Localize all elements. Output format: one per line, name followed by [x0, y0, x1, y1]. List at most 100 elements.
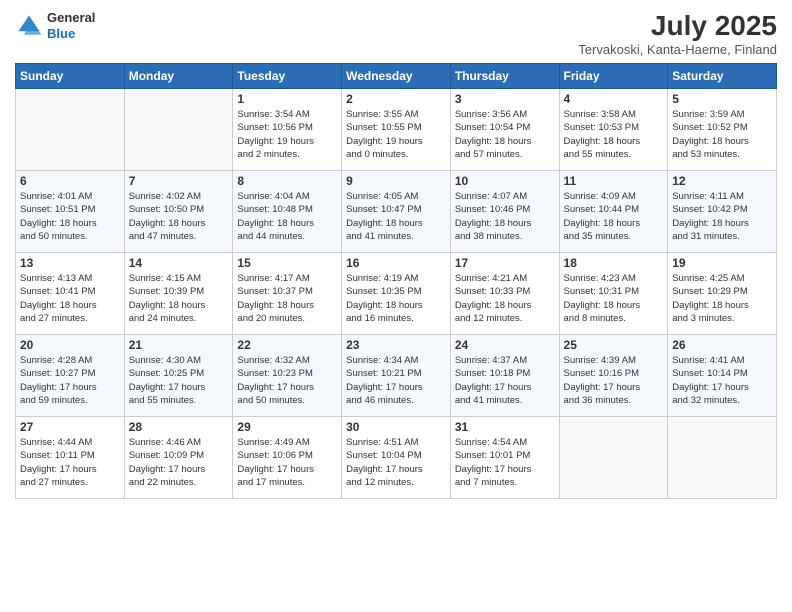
- calendar-cell: 19 Sunrise: 4:25 AM Sunset: 10:29 PM Dayl…: [668, 253, 777, 335]
- day-detail: Sunrise: 4:41 AM Sunset: 10:14 PM Daylig…: [672, 354, 772, 407]
- day-number: 15: [237, 256, 337, 270]
- calendar-page: General Blue July 2025 Tervakoski, Kanta…: [0, 0, 792, 612]
- calendar-week-5: 27 Sunrise: 4:44 AM Sunset: 10:11 PM Dayl…: [16, 417, 777, 499]
- weekday-header-saturday: Saturday: [668, 64, 777, 89]
- calendar-cell: 11 Sunrise: 4:09 AM Sunset: 10:44 PM Dayl…: [559, 171, 668, 253]
- calendar-cell: 3 Sunrise: 3:56 AM Sunset: 10:54 PM Dayli…: [450, 89, 559, 171]
- day-detail: Sunrise: 4:21 AM Sunset: 10:33 PM Daylig…: [455, 272, 555, 325]
- location: Tervakoski, Kanta-Haeme, Finland: [578, 42, 777, 57]
- calendar-cell: 28 Sunrise: 4:46 AM Sunset: 10:09 PM Dayl…: [124, 417, 233, 499]
- calendar-cell: 7 Sunrise: 4:02 AM Sunset: 10:50 PM Dayli…: [124, 171, 233, 253]
- calendar-cell: 9 Sunrise: 4:05 AM Sunset: 10:47 PM Dayli…: [342, 171, 451, 253]
- calendar-cell: 6Sunrise: 4:01 AM Sunset: 10:51 PM Dayli…: [16, 171, 125, 253]
- day-detail: Sunrise: 4:30 AM Sunset: 10:25 PM Daylig…: [129, 354, 229, 407]
- day-number: 21: [129, 338, 229, 352]
- day-detail: Sunrise: 4:15 AM Sunset: 10:39 PM Daylig…: [129, 272, 229, 325]
- calendar-cell: 30Sunrise: 4:51 AM Sunset: 10:04 PM Dayl…: [342, 417, 451, 499]
- weekday-header-sunday: Sunday: [16, 64, 125, 89]
- day-number: 19: [672, 256, 772, 270]
- calendar-cell: 16Sunrise: 4:19 AM Sunset: 10:35 PM Dayl…: [342, 253, 451, 335]
- day-detail: Sunrise: 3:55 AM Sunset: 10:55 PM Daylig…: [346, 108, 446, 161]
- day-detail: Sunrise: 4:44 AM Sunset: 10:11 PM Daylig…: [20, 436, 120, 489]
- day-number: 22: [237, 338, 337, 352]
- weekday-header-tuesday: Tuesday: [233, 64, 342, 89]
- calendar-cell: 15Sunrise: 4:17 AM Sunset: 10:37 PM Dayl…: [233, 253, 342, 335]
- calendar-cell: 24Sunrise: 4:37 AM Sunset: 10:18 PM Dayl…: [450, 335, 559, 417]
- day-number: 20: [20, 338, 120, 352]
- day-number: 11: [564, 174, 664, 188]
- day-number: 23: [346, 338, 446, 352]
- day-number: 10: [455, 174, 555, 188]
- day-detail: Sunrise: 4:39 AM Sunset: 10:16 PM Daylig…: [564, 354, 664, 407]
- calendar-week-3: 13Sunrise: 4:13 AM Sunset: 10:41 PM Dayl…: [16, 253, 777, 335]
- title-block: July 2025 Tervakoski, Kanta-Haeme, Finla…: [578, 10, 777, 57]
- weekday-header-friday: Friday: [559, 64, 668, 89]
- day-number: 5: [672, 92, 772, 106]
- calendar-cell: 20 Sunrise: 4:28 AM Sunset: 10:27 PM Dayl…: [16, 335, 125, 417]
- calendar-cell: 22Sunrise: 4:32 AM Sunset: 10:23 PM Dayl…: [233, 335, 342, 417]
- calendar-cell: 21 Sunrise: 4:30 AM Sunset: 10:25 PM Dayl…: [124, 335, 233, 417]
- calendar-body: 1 Sunrise: 3:54 AM Sunset: 10:56 PM Dayli…: [16, 89, 777, 499]
- day-number: 1: [237, 92, 337, 106]
- calendar-cell: 13Sunrise: 4:13 AM Sunset: 10:41 PM Dayl…: [16, 253, 125, 335]
- day-number: 14: [129, 256, 229, 270]
- weekday-row: SundayMondayTuesdayWednesdayThursdayFrid…: [16, 64, 777, 89]
- day-detail: Sunrise: 4:02 AM Sunset: 10:50 PM Daylig…: [129, 190, 229, 243]
- calendar-cell: 26 Sunrise: 4:41 AM Sunset: 10:14 PM Dayl…: [668, 335, 777, 417]
- day-detail: Sunrise: 4:09 AM Sunset: 10:44 PM Daylig…: [564, 190, 664, 243]
- logo: General Blue: [15, 10, 95, 41]
- logo-general-text: General: [47, 10, 95, 26]
- calendar-cell: 14 Sunrise: 4:15 AM Sunset: 10:39 PM Dayl…: [124, 253, 233, 335]
- day-detail: Sunrise: 4:54 AM Sunset: 10:01 PM Daylig…: [455, 436, 555, 489]
- day-number: 13: [20, 256, 120, 270]
- calendar-cell: 17 Sunrise: 4:21 AM Sunset: 10:33 PM Dayl…: [450, 253, 559, 335]
- calendar-table: SundayMondayTuesdayWednesdayThursdayFrid…: [15, 63, 777, 499]
- day-number: 29: [237, 420, 337, 434]
- weekday-header-wednesday: Wednesday: [342, 64, 451, 89]
- day-detail: Sunrise: 4:05 AM Sunset: 10:47 PM Daylig…: [346, 190, 446, 243]
- calendar-week-4: 20 Sunrise: 4:28 AM Sunset: 10:27 PM Dayl…: [16, 335, 777, 417]
- day-detail: Sunrise: 3:56 AM Sunset: 10:54 PM Daylig…: [455, 108, 555, 161]
- day-number: 28: [129, 420, 229, 434]
- day-number: 3: [455, 92, 555, 106]
- calendar-cell: 27 Sunrise: 4:44 AM Sunset: 10:11 PM Dayl…: [16, 417, 125, 499]
- calendar-cell: [16, 89, 125, 171]
- calendar-cell: [124, 89, 233, 171]
- day-number: 26: [672, 338, 772, 352]
- calendar-cell: 8Sunrise: 4:04 AM Sunset: 10:48 PM Dayli…: [233, 171, 342, 253]
- day-number: 9: [346, 174, 446, 188]
- day-number: 18: [564, 256, 664, 270]
- weekday-header-monday: Monday: [124, 64, 233, 89]
- day-number: 30: [346, 420, 446, 434]
- day-number: 17: [455, 256, 555, 270]
- day-detail: Sunrise: 4:49 AM Sunset: 10:06 PM Daylig…: [237, 436, 337, 489]
- day-number: 8: [237, 174, 337, 188]
- calendar-cell: [668, 417, 777, 499]
- calendar-cell: 29 Sunrise: 4:49 AM Sunset: 10:06 PM Dayl…: [233, 417, 342, 499]
- day-detail: Sunrise: 4:19 AM Sunset: 10:35 PM Daylig…: [346, 272, 446, 325]
- calendar-cell: 12Sunrise: 4:11 AM Sunset: 10:42 PM Dayl…: [668, 171, 777, 253]
- day-number: 7: [129, 174, 229, 188]
- calendar-cell: 23 Sunrise: 4:34 AM Sunset: 10:21 PM Dayl…: [342, 335, 451, 417]
- day-detail: Sunrise: 4:07 AM Sunset: 10:46 PM Daylig…: [455, 190, 555, 243]
- calendar-cell: 25Sunrise: 4:39 AM Sunset: 10:16 PM Dayl…: [559, 335, 668, 417]
- day-detail: Sunrise: 4:11 AM Sunset: 10:42 PM Daylig…: [672, 190, 772, 243]
- calendar-cell: 10 Sunrise: 4:07 AM Sunset: 10:46 PM Dayl…: [450, 171, 559, 253]
- day-number: 24: [455, 338, 555, 352]
- calendar-week-2: 6Sunrise: 4:01 AM Sunset: 10:51 PM Dayli…: [16, 171, 777, 253]
- calendar-cell: 5 Sunrise: 3:59 AM Sunset: 10:52 PM Dayli…: [668, 89, 777, 171]
- logo-icon: [15, 12, 43, 40]
- day-detail: Sunrise: 4:34 AM Sunset: 10:21 PM Daylig…: [346, 354, 446, 407]
- calendar-cell: 31Sunrise: 4:54 AM Sunset: 10:01 PM Dayl…: [450, 417, 559, 499]
- day-number: 27: [20, 420, 120, 434]
- month-title: July 2025: [578, 10, 777, 42]
- day-detail: Sunrise: 4:28 AM Sunset: 10:27 PM Daylig…: [20, 354, 120, 407]
- day-detail: Sunrise: 4:23 AM Sunset: 10:31 PM Daylig…: [564, 272, 664, 325]
- calendar-header: SundayMondayTuesdayWednesdayThursdayFrid…: [16, 64, 777, 89]
- day-detail: Sunrise: 4:25 AM Sunset: 10:29 PM Daylig…: [672, 272, 772, 325]
- day-detail: Sunrise: 4:01 AM Sunset: 10:51 PM Daylig…: [20, 190, 120, 243]
- day-detail: Sunrise: 4:46 AM Sunset: 10:09 PM Daylig…: [129, 436, 229, 489]
- day-detail: Sunrise: 3:59 AM Sunset: 10:52 PM Daylig…: [672, 108, 772, 161]
- calendar-cell: 2Sunrise: 3:55 AM Sunset: 10:55 PM Dayli…: [342, 89, 451, 171]
- day-detail: Sunrise: 3:54 AM Sunset: 10:56 PM Daylig…: [237, 108, 337, 161]
